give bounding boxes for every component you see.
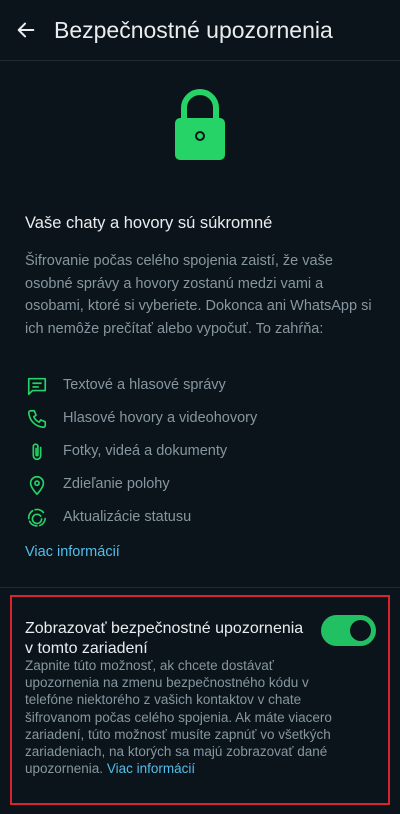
attachment-icon <box>25 440 49 464</box>
message-icon <box>25 374 49 398</box>
appbar-divider <box>0 60 400 61</box>
padlock-icon <box>175 89 225 160</box>
status-icon <box>25 506 49 530</box>
app-bar: Bezpečnostné upozornenia <box>0 0 400 60</box>
section-divider <box>0 587 400 588</box>
security-notifications-title[interactable]: Zobrazovať bezpečnostné upozornenia v to… <box>25 619 305 659</box>
back-button[interactable] <box>12 12 40 48</box>
feature-label: Fotky, videá a dokumenty <box>63 443 228 459</box>
feature-label: Hlasové hovory a videohovory <box>63 410 258 426</box>
privacy-description: Šifrovanie počas celého spojenia zaistí,… <box>25 253 372 337</box>
phone-icon <box>25 407 49 431</box>
feature-item-calls: Hlasové hovory a videohovory <box>25 407 375 431</box>
location-pin-icon <box>25 473 49 497</box>
more-info-link[interactable]: Viac informácií <box>25 544 120 560</box>
feature-item-messages: Textové a hlasové správy <box>25 374 375 398</box>
feature-item-media: Fotky, videá a dokumenty <box>25 440 375 464</box>
feature-item-location: Zdieľanie polohy <box>25 473 375 497</box>
learn-more-link[interactable]: Viac informácií <box>107 761 195 776</box>
feature-label: Zdieľanie polohy <box>63 476 170 492</box>
page-title: Bezpečnostné upozornenia <box>54 17 333 43</box>
feature-item-status: Aktualizácie statusu <box>25 506 375 530</box>
switch-knob <box>350 620 371 641</box>
privacy-headline: Vaše chaty a hovory sú súkromné <box>25 214 273 232</box>
security-notifications-switch[interactable] <box>321 615 376 646</box>
security-notifications-description: Zapnite túto možnosť, ak chcete dostávať… <box>25 657 345 777</box>
description-text: Zapnite túto možnosť, ak chcete dostávať… <box>25 658 332 777</box>
arrow-left-icon <box>17 22 35 38</box>
feature-label: Aktualizácie statusu <box>63 509 192 525</box>
feature-label: Textové a hlasové správy <box>63 377 226 393</box>
